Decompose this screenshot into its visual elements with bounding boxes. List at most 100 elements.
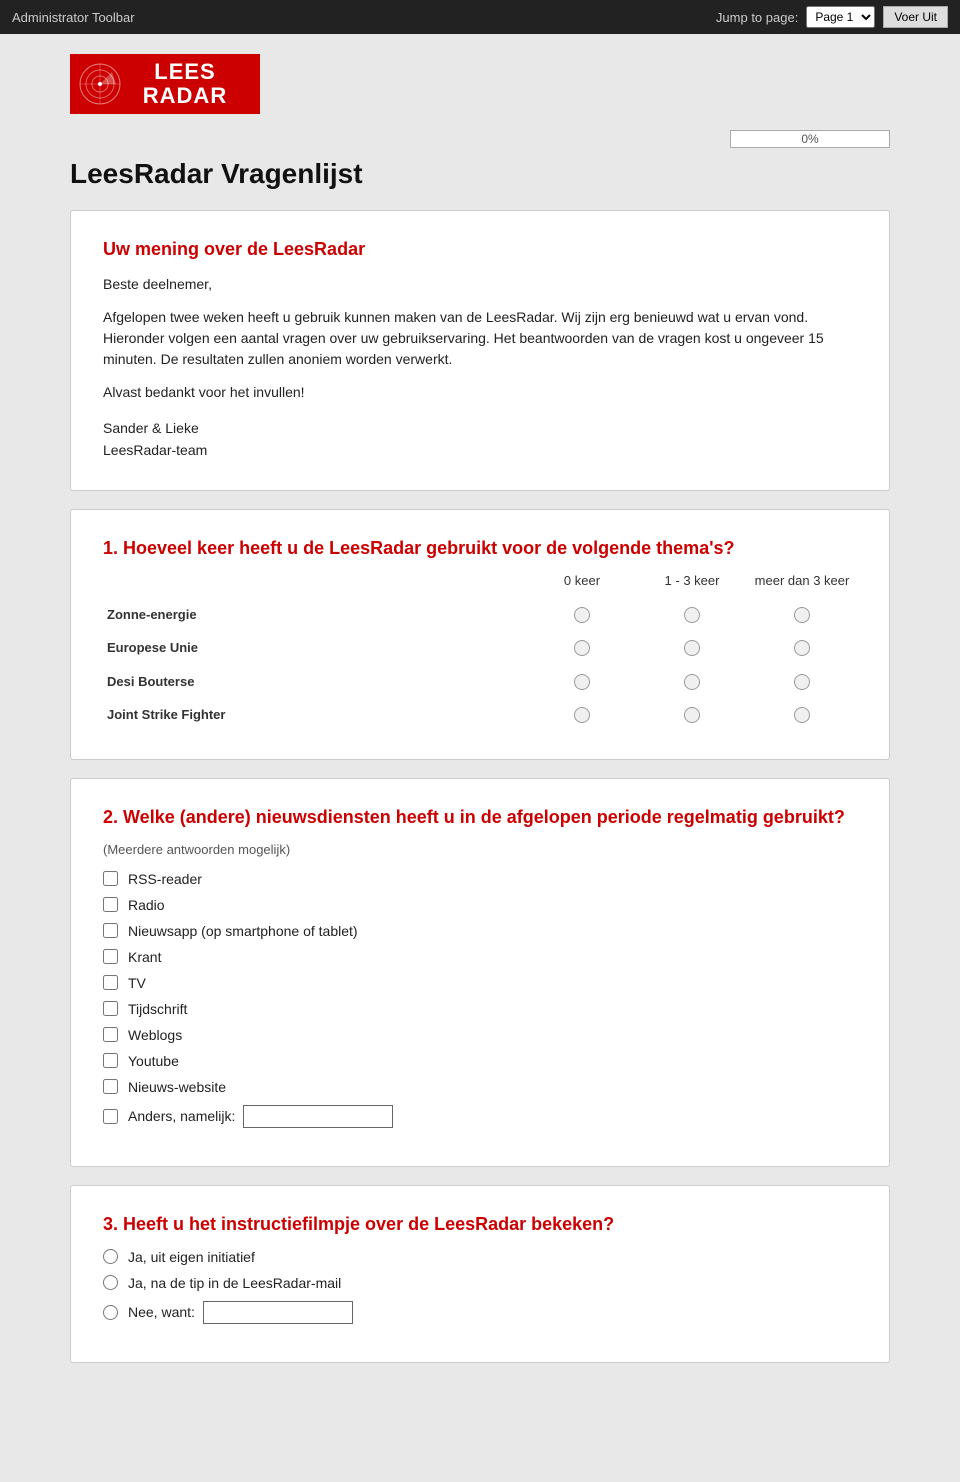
checkbox-label: Youtube bbox=[128, 1053, 179, 1069]
checkbox-q2-9[interactable] bbox=[103, 1109, 118, 1124]
main-content: LEES RADAR 0% LeesRadar Vragenlijst Uw m… bbox=[40, 34, 920, 1421]
question1-title: 1. Hoeveel keer heeft u de LeesRadar geb… bbox=[103, 538, 857, 559]
radio-0keer-row3[interactable] bbox=[574, 707, 590, 723]
checkbox-label: Weblogs bbox=[128, 1027, 182, 1043]
radio-3plus-row2[interactable] bbox=[794, 674, 810, 690]
q1-radio-col3[interactable] bbox=[747, 698, 857, 731]
progress-label: 0% bbox=[801, 132, 818, 146]
q1-radio-col1[interactable] bbox=[527, 598, 637, 631]
toolbar-label: Administrator Toolbar bbox=[12, 10, 135, 25]
radio-label: Ja, uit eigen initiatief bbox=[128, 1249, 255, 1265]
radio-0keer-row2[interactable] bbox=[574, 674, 590, 690]
checkbox-label: Radio bbox=[128, 897, 165, 913]
radio-label: Ja, na de tip in de LeesRadar-mail bbox=[128, 1275, 341, 1291]
admin-toolbar: Administrator Toolbar Jump to page: Page… bbox=[0, 0, 960, 34]
q1-radio-col2[interactable] bbox=[637, 698, 747, 731]
intro-text: Beste deelnemer, Afgelopen twee weken he… bbox=[103, 274, 857, 462]
table-row: Joint Strike Fighter bbox=[103, 698, 857, 731]
signature-team: LeesRadar-team bbox=[103, 439, 857, 461]
checkbox-q2-7[interactable] bbox=[103, 1053, 118, 1068]
radio-1-3keer-row1[interactable] bbox=[684, 640, 700, 656]
page-select[interactable]: Page 1 Page 2 bbox=[806, 6, 875, 28]
table-row: Europese Unie bbox=[103, 631, 857, 664]
list-item: Radio bbox=[103, 897, 857, 913]
radio-3plus-row0[interactable] bbox=[794, 607, 810, 623]
nee-want-text-input[interactable] bbox=[203, 1301, 353, 1324]
list-item: Anders, namelijk: bbox=[103, 1105, 857, 1128]
checkbox-label: RSS-reader bbox=[128, 871, 202, 887]
checkbox-q2-3[interactable] bbox=[103, 949, 118, 964]
question3-radio-list: Ja, uit eigen initiatief Ja, na de tip i… bbox=[103, 1249, 857, 1324]
checkbox-q2-1[interactable] bbox=[103, 897, 118, 912]
logo-box: LEES RADAR bbox=[70, 54, 260, 114]
list-item: Weblogs bbox=[103, 1027, 857, 1043]
radio-1-3keer-row2[interactable] bbox=[684, 674, 700, 690]
checkbox-label: TV bbox=[128, 975, 146, 991]
table-row: Zonne-energie bbox=[103, 598, 857, 631]
checkbox-q2-2[interactable] bbox=[103, 923, 118, 938]
voer-uit-button[interactable]: Voer Uit bbox=[883, 6, 948, 28]
q1-radio-col2[interactable] bbox=[637, 598, 747, 631]
checkbox-label: Tijdschrift bbox=[128, 1001, 187, 1017]
jump-to-page-label: Jump to page: bbox=[716, 10, 798, 25]
list-item: RSS-reader bbox=[103, 871, 857, 887]
q1-radio-col3[interactable] bbox=[747, 631, 857, 664]
question2-subtitle: (Meerdere antwoorden mogelijk) bbox=[103, 842, 857, 857]
q1-row-label: Europese Unie bbox=[103, 631, 527, 664]
list-item: Nee, want: bbox=[103, 1301, 857, 1324]
progress-bar: 0% bbox=[730, 130, 890, 148]
q1-row-label: Joint Strike Fighter bbox=[103, 698, 527, 731]
radio-0keer-row0[interactable] bbox=[574, 607, 590, 623]
radio-0keer-row1[interactable] bbox=[574, 640, 590, 656]
q1-radio-col1[interactable] bbox=[527, 698, 637, 731]
radio-1-3keer-row3[interactable] bbox=[684, 707, 700, 723]
checkbox-label: Nieuwsapp (op smartphone of tablet) bbox=[128, 923, 358, 939]
q1-radio-col3[interactable] bbox=[747, 598, 857, 631]
q1-col-label bbox=[103, 573, 527, 598]
question3-title: 3. Heeft u het instructiefilmpje over de… bbox=[103, 1214, 857, 1235]
logo-text: LEES RADAR bbox=[143, 60, 227, 108]
logo-area: LEES RADAR bbox=[70, 54, 890, 114]
list-item: Nieuws-website bbox=[103, 1079, 857, 1095]
checkbox-label: Nieuws-website bbox=[128, 1079, 226, 1095]
q1-radio-col3[interactable] bbox=[747, 664, 857, 697]
anders-text-input[interactable] bbox=[243, 1105, 393, 1128]
page-title: LeesRadar Vragenlijst bbox=[70, 158, 890, 190]
question1-table: 0 keer 1 - 3 keer meer dan 3 keer Zonne-… bbox=[103, 573, 857, 731]
logo-radar-icon bbox=[78, 62, 122, 106]
radio-1-3keer-row0[interactable] bbox=[684, 607, 700, 623]
intro-card-title: Uw mening over de LeesRadar bbox=[103, 239, 857, 260]
question1-card: 1. Hoeveel keer heeft u de LeesRadar geb… bbox=[70, 509, 890, 760]
checkbox-q2-5[interactable] bbox=[103, 1001, 118, 1016]
list-item: Ja, uit eigen initiatief bbox=[103, 1249, 857, 1265]
radio-3plus-row1[interactable] bbox=[794, 640, 810, 656]
intro-signature: Sander & Lieke LeesRadar-team bbox=[103, 417, 857, 462]
checkbox-q2-0[interactable] bbox=[103, 871, 118, 886]
intro-greeting: Beste deelnemer, bbox=[103, 274, 857, 295]
checkbox-q2-6[interactable] bbox=[103, 1027, 118, 1042]
checkbox-q2-8[interactable] bbox=[103, 1079, 118, 1094]
q1-radio-col2[interactable] bbox=[637, 664, 747, 697]
checkbox-label: Anders, namelijk: bbox=[128, 1108, 235, 1124]
q1-col1-header: 0 keer bbox=[527, 573, 637, 598]
q1-radio-col2[interactable] bbox=[637, 631, 747, 664]
radio-3plus-row3[interactable] bbox=[794, 707, 810, 723]
signature-name: Sander & Lieke bbox=[103, 417, 857, 439]
q1-col2-header: 1 - 3 keer bbox=[637, 573, 747, 598]
question2-checkbox-list: RSS-reader Radio Nieuwsapp (op smartphon… bbox=[103, 871, 857, 1128]
radio-q3-2[interactable] bbox=[103, 1305, 118, 1320]
list-item: Nieuwsapp (op smartphone of tablet) bbox=[103, 923, 857, 939]
q1-row-label: Zonne-energie bbox=[103, 598, 527, 631]
q1-radio-col1[interactable] bbox=[527, 631, 637, 664]
checkbox-q2-4[interactable] bbox=[103, 975, 118, 990]
intro-card: Uw mening over de LeesRadar Beste deelne… bbox=[70, 210, 890, 491]
q1-radio-col1[interactable] bbox=[527, 664, 637, 697]
list-item: Youtube bbox=[103, 1053, 857, 1069]
radio-q3-1[interactable] bbox=[103, 1275, 118, 1290]
q1-col3-header: meer dan 3 keer bbox=[747, 573, 857, 598]
question2-title: 2. Welke (andere) nieuwsdiensten heeft u… bbox=[103, 807, 857, 828]
list-item: Tijdschrift bbox=[103, 1001, 857, 1017]
checkbox-label: Krant bbox=[128, 949, 161, 965]
radio-q3-0[interactable] bbox=[103, 1249, 118, 1264]
intro-body1: Afgelopen twee weken heeft u gebruik kun… bbox=[103, 307, 857, 370]
